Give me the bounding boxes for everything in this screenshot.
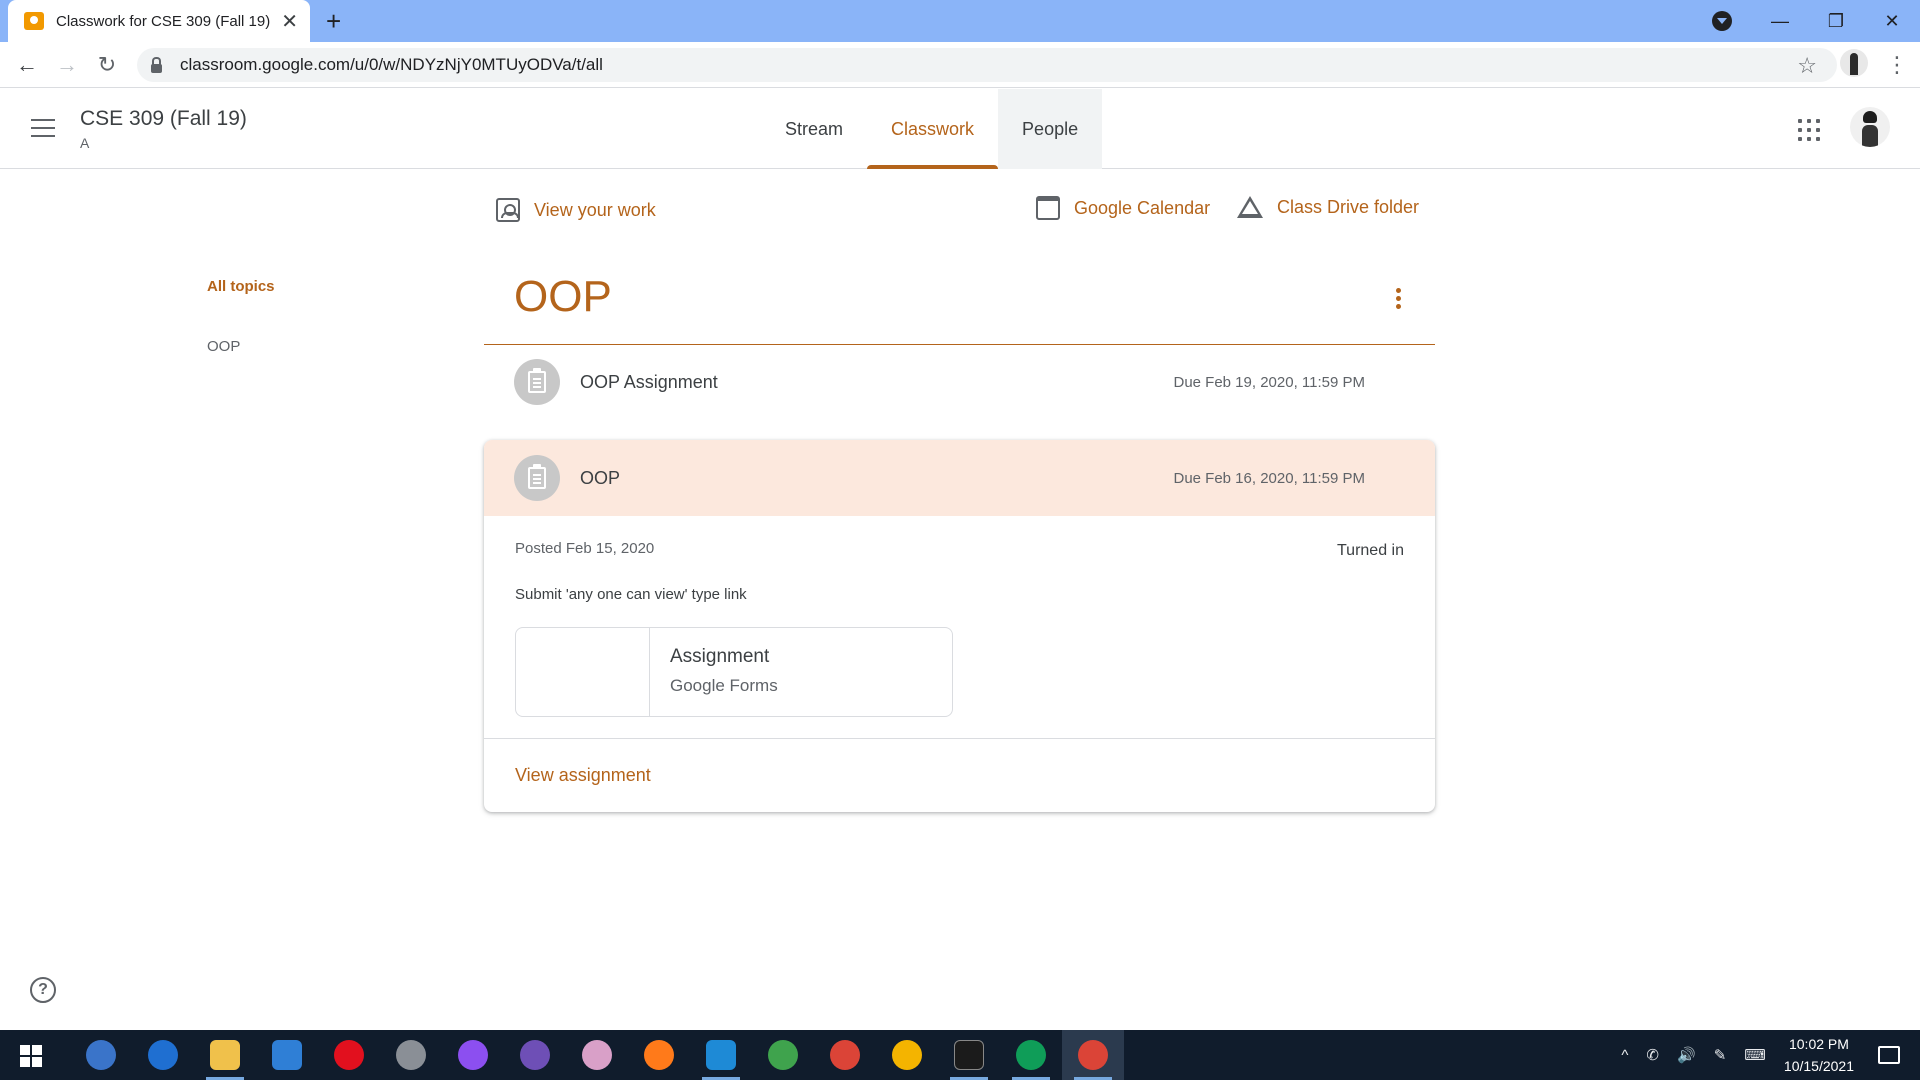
tab-stream[interactable]: Stream [761,89,867,169]
assignment-ind-icon [496,198,520,222]
view-your-work-label: View your work [534,199,656,220]
terminal-icon[interactable] [938,1030,1000,1080]
earth-icon[interactable] [752,1030,814,1080]
attachment-type: Google Forms [670,676,778,695]
topic-nav-all-topics[interactable]: All topics [207,278,275,295]
expanded-assignment-card: OOP Due Feb 16, 2020, 11:59 PM Posted Fe… [484,440,1435,812]
card-footer: View assignment [484,738,1435,812]
taskbar-apps [70,1030,1124,1080]
minimize-button[interactable]: — [1752,11,1808,32]
view-assignment-link[interactable]: View assignment [515,765,651,786]
firefox-icon[interactable] [628,1030,690,1080]
clock-time: 10:02 PM [1788,1036,1849,1052]
calendar-icon [1036,196,1060,220]
network-icon[interactable]: ✆ [1646,1046,1659,1064]
github-icon[interactable] [504,1030,566,1080]
classroom-favicon-icon [24,12,44,30]
windows-taskbar: ^ ✆ 🔊 ✎ ⌨ 10:02 PM 10/15/2021 [0,1030,1920,1080]
messenger-icon[interactable] [442,1030,504,1080]
windows-start-icon[interactable] [20,1045,42,1067]
topic-title: OOP [514,272,612,321]
url-text[interactable]: classroom.google.com/u/0/w/NDYzNjY0MTUyO… [180,55,603,75]
volume-icon[interactable]: 🔊 [1677,1046,1696,1064]
close-window-button[interactable]: ✕ [1864,11,1920,32]
keyboard-icon[interactable]: ⌨ [1744,1046,1766,1064]
browser-tab-strip: Classwork for CSE 309 (Fall 19) A ✕ + — … [0,0,1920,42]
opera-icon[interactable] [318,1030,380,1080]
tab-title: Classwork for CSE 309 (Fall 19) A [56,12,274,30]
item-due-date: Due Feb 19, 2020, 11:59 PM [1173,373,1365,391]
tab-classwork[interactable]: Classwork [867,89,999,169]
bookmark-star-icon[interactable]: ☆ [1797,53,1817,79]
class-drive-folder-link[interactable]: Class Drive folder [1237,196,1419,218]
qbittorrent-icon[interactable] [70,1030,132,1080]
system-clock[interactable]: 10:02 PM 10/15/2021 [1784,1033,1854,1077]
browser-profile-avatar[interactable] [1840,49,1868,77]
chrome-profile-icon[interactable] [814,1030,876,1080]
notifications-icon[interactable] [1878,1046,1900,1064]
tab-close-icon[interactable]: ✕ [281,9,298,34]
tab-search-button[interactable] [1712,11,1732,31]
course-section: A [80,135,90,151]
satellite-icon[interactable] [380,1030,442,1080]
browser-tab-classwork[interactable]: Classwork for CSE 309 (Fall 19) A ✕ [8,0,310,42]
classwork-item-expanded[interactable]: OOP Due Feb 16, 2020, 11:59 PM [484,440,1435,516]
attachment-thumbnail [516,628,650,716]
google-calendar-label: Google Calendar [1074,197,1211,218]
help-icon[interactable]: ? [30,977,56,1003]
chrome-ek-icon[interactable] [1000,1030,1062,1080]
forward-button[interactable]: → [47,52,87,78]
paint-icon[interactable] [566,1030,628,1080]
topic-more-options-icon[interactable] [1396,288,1402,312]
main-tabs: Stream Classwork People [761,89,1103,169]
course-title[interactable]: CSE 309 (Fall 19) [80,107,247,131]
drive-icon [1237,196,1263,218]
attachment-card[interactable]: Assignment Google Forms [515,627,953,717]
class-drive-folder-label: Class Drive folder [1277,196,1420,217]
classwork-item[interactable]: OOP Assignment Due Feb 19, 2020, 11:59 P… [484,344,1435,420]
vscode-icon[interactable] [690,1030,752,1080]
assignment-instructions: Submit 'any one can view' type link [515,586,747,603]
view-your-work-link[interactable]: View your work [496,198,656,222]
classroom-header: CSE 309 (Fall 19) A Stream Classwork Peo… [0,89,1920,169]
main-menu-icon[interactable] [31,119,55,137]
google-calendar-link[interactable]: Google Calendar [1036,196,1210,220]
browser-toolbar: ← → ↻ classroom.google.com/u/0/w/NDYzNjY… [0,42,1920,88]
new-tab-button[interactable]: + [326,6,341,36]
assignment-icon [514,359,560,405]
file-explorer-icon[interactable] [194,1030,256,1080]
item-title: OOP [580,467,621,488]
lock-icon[interactable] [151,56,162,73]
mail-icon[interactable] [256,1030,318,1080]
account-avatar[interactable] [1850,107,1890,147]
item-title: OOP Assignment [580,371,718,392]
address-bar[interactable]: classroom.google.com/u/0/w/NDYzNjY0MTUyO… [137,48,1837,82]
pen-icon[interactable]: ✎ [1714,1046,1727,1064]
reload-button[interactable]: ↻ [87,52,127,78]
status-badge: Turned in [1337,542,1404,559]
browser-menu-icon[interactable]: ⋮ [1886,52,1908,78]
item-due-date: Due Feb 16, 2020, 11:59 PM [1173,469,1365,487]
window-controls: — ❐ ✕ [1752,0,1920,42]
google-apps-icon[interactable] [1798,119,1820,141]
clock-date: 10/15/2021 [1783,1058,1854,1074]
show-hidden-icons-icon[interactable]: ^ [1621,1047,1628,1064]
assignment-icon [514,455,560,501]
chrome-icon[interactable] [876,1030,938,1080]
posted-date: Posted Feb 15, 2020 [515,540,655,557]
topic-nav-oop[interactable]: OOP [207,338,240,355]
edge-icon[interactable] [132,1030,194,1080]
tab-people[interactable]: People [998,89,1103,169]
restore-button[interactable]: ❐ [1808,11,1864,32]
chrome-active-icon[interactable] [1062,1030,1124,1080]
back-button[interactable]: ← [7,52,47,78]
attachment-title: Assignment [670,646,770,667]
system-tray: ^ ✆ 🔊 ✎ ⌨ 10:02 PM 10/15/2021 [1621,1030,1920,1080]
